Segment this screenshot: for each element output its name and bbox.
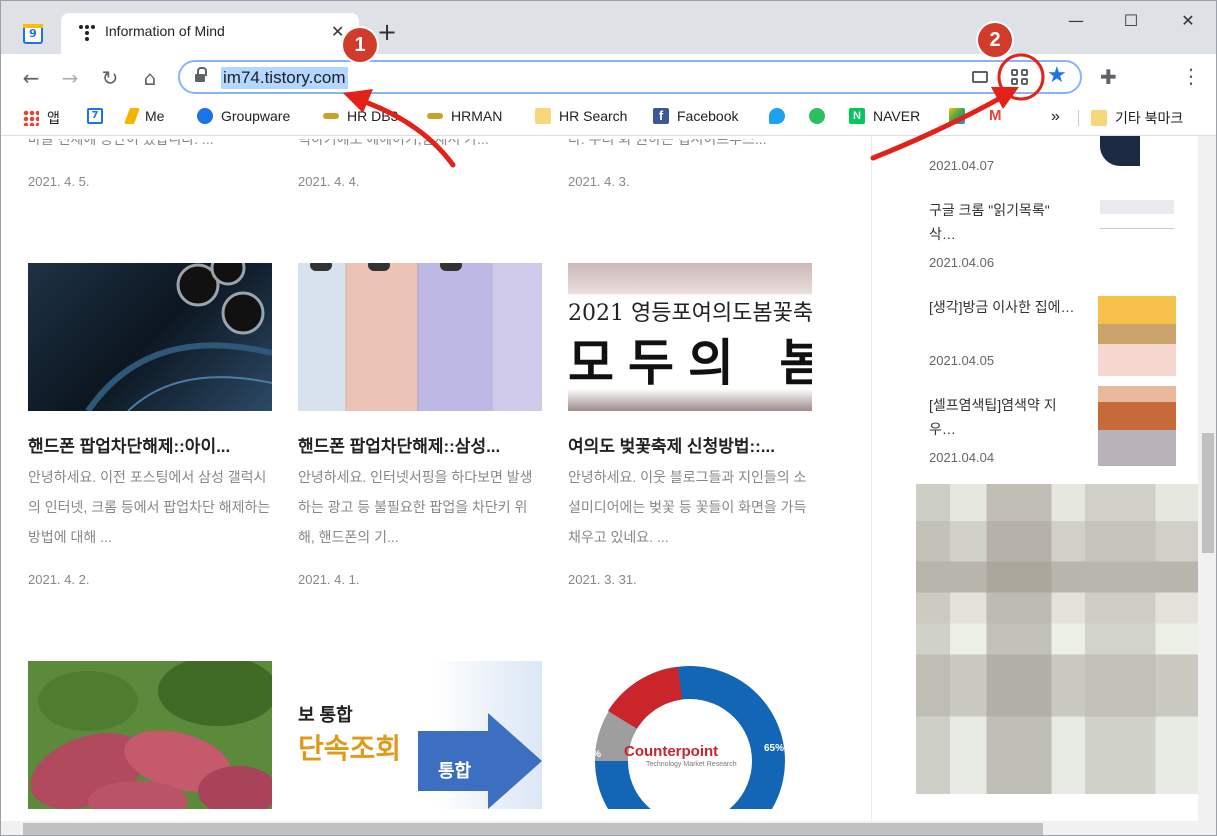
browser-window: 9 Information of Mind ✕ + — ☐ ✕ ← → ↻ ⌂ … [0,0,1217,836]
annotation-badge-1: 1 [343,28,377,62]
annotation-arrows [343,53,1045,168]
annotation-badge-2: 2 [978,23,1012,57]
